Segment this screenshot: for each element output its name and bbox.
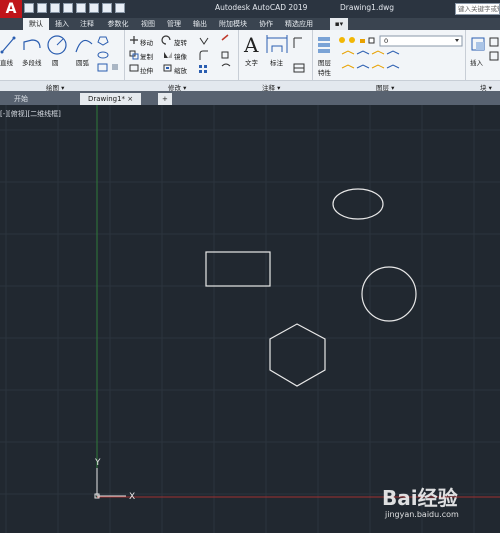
mirror-icon[interactable] bbox=[164, 52, 172, 58]
ribbon-tab-bar: 默认 插入 注释 参数化 视图 管理 输出 附加模块 协作 精选应用 ▪▾ bbox=[0, 18, 500, 30]
canvas-background bbox=[0, 105, 500, 533]
drawing-canvas[interactable]: Y X bbox=[0, 105, 500, 533]
circle-tool-icon[interactable] bbox=[47, 35, 67, 55]
tab-featured-apps[interactable]: 精选应用 bbox=[281, 18, 317, 30]
web-mobile-icon[interactable] bbox=[76, 3, 86, 13]
array-icon[interactable] bbox=[199, 65, 207, 73]
svg-text:A: A bbox=[243, 33, 259, 57]
move-icon[interactable] bbox=[130, 36, 138, 44]
save-as-icon[interactable] bbox=[63, 3, 73, 13]
text-tool-icon[interactable]: A bbox=[243, 33, 259, 57]
insert-label[interactable]: 插入 bbox=[470, 57, 483, 67]
arc-tool-icon[interactable] bbox=[75, 39, 93, 53]
text-label[interactable]: 文字 bbox=[245, 57, 258, 67]
line-tool-icon[interactable] bbox=[0, 36, 16, 54]
block-tools-icon[interactable] bbox=[489, 37, 499, 61]
polygon-tool-icon[interactable] bbox=[97, 36, 109, 46]
layer-tools-icon[interactable] bbox=[341, 50, 400, 69]
polyline-label[interactable]: 多段线 bbox=[22, 57, 42, 67]
search-input[interactable]: 键入关键字或短语 bbox=[455, 3, 500, 15]
polyline-tool-icon[interactable] bbox=[23, 39, 41, 50]
viewport-controls[interactable]: [-][俯视][二维线框] bbox=[0, 109, 61, 119]
layer-properties-icon[interactable] bbox=[318, 37, 330, 53]
copy-label[interactable]: 复制 bbox=[140, 51, 153, 61]
stretch-icon[interactable] bbox=[129, 64, 139, 72]
stretch-label[interactable]: 拉伸 bbox=[140, 65, 153, 75]
ucs-y-label: Y bbox=[94, 458, 101, 468]
move-label[interactable]: 移动 bbox=[140, 37, 153, 47]
close-icon[interactable]: × bbox=[127, 95, 133, 103]
scale-icon[interactable] bbox=[163, 64, 172, 72]
undo-icon[interactable] bbox=[102, 3, 112, 13]
print-icon[interactable] bbox=[89, 3, 99, 13]
offset-icon[interactable] bbox=[221, 63, 231, 67]
scale-label[interactable]: 缩放 bbox=[174, 65, 187, 75]
insert-block-icon[interactable] bbox=[471, 37, 485, 51]
explode-icon[interactable] bbox=[221, 51, 229, 59]
hatch-tool-icon[interactable] bbox=[97, 63, 108, 72]
layer-dropdown[interactable] bbox=[379, 35, 463, 47]
drawing-tab-label: Drawing1* bbox=[88, 95, 126, 103]
table-icon[interactable] bbox=[293, 63, 305, 73]
panel-title-bar: 绘图 ▾ 修改 ▾ 注释 ▾ 图层 ▾ 块 ▾ bbox=[0, 80, 500, 92]
leader-icon[interactable] bbox=[293, 37, 302, 48]
ellipse-tool-icon[interactable] bbox=[97, 51, 109, 59]
rotate-label[interactable]: 旋转 bbox=[174, 37, 187, 47]
ucs-x-label: X bbox=[129, 492, 135, 502]
dimension-tool-icon[interactable] bbox=[266, 35, 288, 53]
new-file-icon[interactable] bbox=[24, 3, 34, 13]
tab-default[interactable]: 默认 bbox=[23, 18, 49, 30]
tab-addins[interactable]: 附加模块 bbox=[215, 18, 251, 30]
tab-insert[interactable]: 插入 bbox=[51, 18, 73, 30]
layer-lock-icon[interactable] bbox=[360, 39, 365, 43]
tab-parametric[interactable]: 参数化 bbox=[103, 18, 133, 30]
layer-bulb-icon[interactable] bbox=[339, 37, 345, 43]
layer-properties-label[interactable]: 图层 bbox=[318, 57, 331, 67]
current-layer-value: 0 bbox=[384, 37, 389, 45]
file-name: Drawing1.dwg bbox=[340, 3, 394, 12]
save-icon[interactable] bbox=[50, 3, 60, 13]
application-menu-button[interactable]: A bbox=[0, 0, 22, 18]
layer-properties-label-2[interactable]: 特性 bbox=[318, 67, 331, 77]
document-tab-bar: 开始 Drawing1* × + bbox=[0, 91, 500, 105]
trim-icon[interactable] bbox=[199, 37, 209, 45]
tab-options-icon[interactable]: ▪▾ bbox=[330, 18, 348, 30]
tab-drawing1[interactable]: Drawing1* × bbox=[80, 93, 142, 105]
new-tab-button[interactable]: + bbox=[158, 93, 172, 105]
rotate-icon[interactable] bbox=[161, 35, 171, 45]
tab-output[interactable]: 输出 bbox=[189, 18, 211, 30]
tab-annotate[interactable]: 注释 bbox=[76, 18, 98, 30]
tab-manage[interactable]: 管理 bbox=[163, 18, 185, 30]
tab-collaborate[interactable]: 协作 bbox=[255, 18, 277, 30]
fillet-icon[interactable] bbox=[199, 50, 208, 60]
quick-access-toolbar bbox=[24, 3, 125, 15]
tab-view[interactable]: 视图 bbox=[137, 18, 159, 30]
mirror-label[interactable]: 镜像 bbox=[174, 51, 187, 61]
app-title: Autodesk AutoCAD 2019 bbox=[215, 3, 308, 12]
dimension-label[interactable]: 标注 bbox=[270, 57, 283, 67]
circle-label[interactable]: 圆 bbox=[52, 57, 59, 67]
layer-sun-icon[interactable] bbox=[349, 37, 355, 43]
copy-icon[interactable] bbox=[129, 50, 139, 60]
redo-icon[interactable] bbox=[115, 3, 125, 13]
fillet-tool-icon[interactable] bbox=[112, 64, 118, 70]
arc-label[interactable]: 圆弧 bbox=[76, 57, 89, 67]
layer-color-icon[interactable] bbox=[368, 37, 375, 44]
watermark-logo-text: Bai经验 bbox=[382, 486, 458, 510]
tab-start[interactable]: 开始 bbox=[6, 93, 36, 105]
erase-icon[interactable] bbox=[221, 34, 229, 41]
watermark-url: jingyan.baidu.com bbox=[385, 510, 459, 519]
line-label[interactable]: 直线 bbox=[0, 57, 13, 67]
open-file-icon[interactable] bbox=[37, 3, 47, 13]
